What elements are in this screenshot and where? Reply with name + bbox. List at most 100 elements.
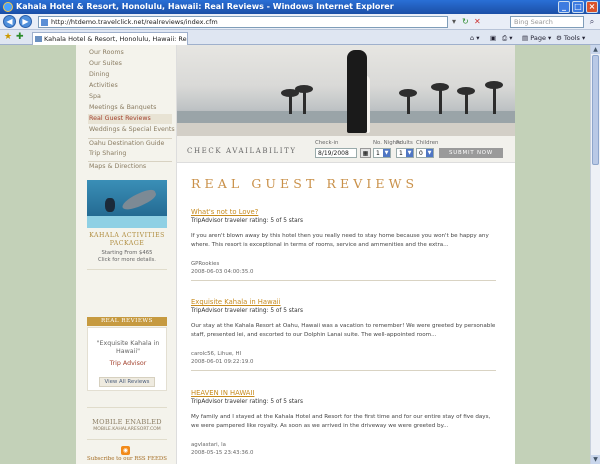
- sidebar-item-spa[interactable]: Spa: [88, 92, 172, 102]
- review-source: Trip Advisor: [109, 360, 147, 367]
- maximize-icon[interactable]: □: [572, 1, 584, 13]
- vertical-scrollbar[interactable]: ▲ ▼: [590, 45, 600, 464]
- view-all-reviews-button[interactable]: View All Reviews: [99, 377, 155, 387]
- children-label: Children: [416, 140, 439, 146]
- add-favorites-icon[interactable]: ✚: [16, 32, 24, 43]
- children-select[interactable]: 0 ▼: [416, 148, 434, 158]
- sidebar: Our Rooms Our Suites Dining Activities S…: [76, 45, 177, 464]
- page-icon: [35, 36, 42, 42]
- submit-now-button[interactable]: SUBMIT NOW: [439, 148, 503, 158]
- search-icon[interactable]: ⌕: [586, 16, 598, 28]
- children-value: 0: [419, 150, 423, 157]
- review-item: HEAVEN IN HAWAII TripAdvisor traveler ra…: [191, 389, 496, 464]
- review-body: If you aren't blown away by this hotel t…: [191, 233, 489, 248]
- sidebar-item-meetings[interactable]: Meetings & Banquets: [88, 103, 172, 113]
- sidebar-item-oahu-guide[interactable]: Oahu Destination Guide: [88, 138, 172, 149]
- home-icon[interactable]: ⌂ ▾: [470, 33, 479, 43]
- forward-icon[interactable]: ▶: [19, 15, 32, 28]
- url-field[interactable]: http://htdemo.travelclick.net/realreview…: [38, 16, 448, 28]
- review-date: 2008-05-15 23:43:36.0: [191, 450, 254, 456]
- review-divider: [191, 280, 496, 281]
- favorites-star-icon[interactable]: ★: [4, 32, 12, 43]
- rss-feeds-link[interactable]: Subscribe to our RSS FEEDS: [87, 456, 167, 463]
- promo-price: Starting From $465: [101, 250, 153, 256]
- review-author: agvlastari, la: [191, 442, 226, 448]
- review-divider: [191, 370, 496, 371]
- nights-value: 1: [376, 150, 380, 157]
- divider: [87, 439, 167, 440]
- sidebar-item-our-rooms[interactable]: Our Rooms: [88, 48, 172, 58]
- chevron-down-icon: ▼: [406, 149, 413, 157]
- stop-icon[interactable]: ✕: [474, 17, 481, 27]
- mobile-enabled-title[interactable]: MOBILE ENABLED: [87, 418, 167, 426]
- sidebar-item-trip-sharing[interactable]: Trip Sharing: [88, 149, 172, 159]
- sidebar-item-our-suites[interactable]: Our Suites: [88, 59, 172, 69]
- address-bar: ◀ ▶ http://htdemo.travelclick.net/realre…: [0, 14, 600, 30]
- review-body: Our stay at the Kahala Resort at Oahu, H…: [191, 323, 496, 338]
- scroll-up-icon[interactable]: ▲: [591, 45, 600, 54]
- review-date: 2008-06-03 04:00:35.0: [191, 269, 254, 275]
- main-content: CHECK AVAILABILITY Check-in 8/19/2008 ▦ …: [177, 45, 515, 464]
- review-quote: "Exquisite Kahala in Hawaii": [96, 340, 160, 355]
- review-author: GPRookies: [191, 261, 220, 267]
- review-title-link[interactable]: Exquisite Kahala in Hawaii: [191, 298, 281, 307]
- tab-active[interactable]: Kahala Hotel & Resort, Honolulu, Hawaii:…: [32, 32, 188, 45]
- availability-bar: CHECK AVAILABILITY Check-in 8/19/2008 ▦ …: [177, 136, 515, 163]
- hero-image: [177, 45, 515, 136]
- checkin-label: Check-in: [315, 140, 339, 146]
- divider: [87, 269, 167, 270]
- promo-image[interactable]: [87, 180, 167, 228]
- adults-select[interactable]: 1 ▼: [396, 148, 414, 158]
- real-reviews-widget: "Exquisite Kahala in Hawaii" Trip Adviso…: [87, 327, 167, 391]
- sidebar-item-activities[interactable]: Activities: [88, 81, 172, 91]
- sidebar-item-maps[interactable]: Maps & Directions: [88, 161, 172, 172]
- back-icon[interactable]: ◀: [3, 15, 16, 28]
- feeds-icon[interactable]: ▣: [490, 33, 496, 43]
- page-menu[interactable]: ▤ Page ▾: [522, 33, 551, 43]
- real-reviews-tab: REAL REVIEWS: [87, 317, 167, 326]
- adults-label: Adults: [396, 140, 413, 146]
- window-title-bar: Kahala Hotel & Resort, Honolulu, Hawaii:…: [0, 0, 600, 14]
- review-rating: TripAdvisor traveler rating: 5 of 5 star…: [191, 308, 304, 314]
- sidebar-item-weddings[interactable]: Weddings & Special Events: [88, 125, 175, 135]
- page-icon: [41, 19, 48, 26]
- tab-bar: ★ ✚ Kahala Hotel & Resort, Honolulu, Haw…: [0, 30, 600, 45]
- mobile-url[interactable]: MOBILE.KAHALARESORT.COM: [87, 427, 167, 433]
- review-body: My family and I stayed at the Kahala Hot…: [191, 414, 491, 429]
- scroll-down-icon[interactable]: ▼: [591, 455, 600, 464]
- divider: [87, 407, 167, 408]
- tools-menu[interactable]: ⚙ Tools ▾: [556, 33, 585, 43]
- page-menu-label: Page: [530, 34, 546, 42]
- minimize-icon[interactable]: _: [558, 1, 570, 13]
- review-title-link[interactable]: What's not to Love?: [191, 208, 258, 217]
- ie-logo-icon: [3, 2, 13, 12]
- scroll-thumb[interactable]: [592, 55, 599, 165]
- page-title: REAL GUEST REVIEWS: [191, 176, 419, 191]
- search-input[interactable]: Bing Search: [510, 16, 584, 28]
- url-text: http://htdemo.travelclick.net/realreview…: [51, 18, 218, 26]
- sidebar-item-dining[interactable]: Dining: [88, 70, 172, 80]
- review-title-link[interactable]: HEAVEN IN HAWAII: [191, 389, 254, 398]
- chevron-down-icon: ▼: [383, 149, 390, 157]
- checkin-date-input[interactable]: 8/19/2008: [315, 148, 357, 158]
- sidebar-item-real-guest-reviews[interactable]: Real Guest Reviews: [88, 114, 172, 124]
- review-rating: TripAdvisor traveler rating: 5 of 5 star…: [191, 399, 304, 405]
- promo-title[interactable]: KAHALA ACTIVITIES PACKAGE: [87, 232, 167, 248]
- window-controls: _ □ ×: [558, 1, 598, 13]
- tools-menu-label: Tools: [563, 34, 580, 42]
- close-icon[interactable]: ×: [586, 1, 598, 13]
- review-rating: TripAdvisor traveler rating: 5 of 5 star…: [191, 218, 304, 224]
- check-availability-heading: CHECK AVAILABILITY: [187, 147, 297, 155]
- review-date: 2008-06-01 09:22:19.0: [191, 359, 254, 365]
- review-author: carolc56, Lihue, HI: [191, 351, 242, 357]
- dropdown-icon[interactable]: ▾: [452, 17, 456, 27]
- nights-select[interactable]: 1 ▼: [373, 148, 391, 158]
- window-title: Kahala Hotel & Resort, Honolulu, Hawaii:…: [16, 2, 394, 11]
- refresh-icon[interactable]: ↻: [462, 17, 469, 27]
- chevron-down-icon: ▼: [426, 149, 433, 157]
- print-icon[interactable]: ⎙ ▾: [502, 33, 513, 43]
- calendar-icon[interactable]: ▦: [360, 148, 371, 158]
- rss-icon[interactable]: ◉: [121, 446, 130, 455]
- tab-label: Kahala Hotel & Resort, Honolulu, Hawaii:…: [44, 35, 187, 43]
- promo-cta[interactable]: Click for more details.: [87, 257, 167, 264]
